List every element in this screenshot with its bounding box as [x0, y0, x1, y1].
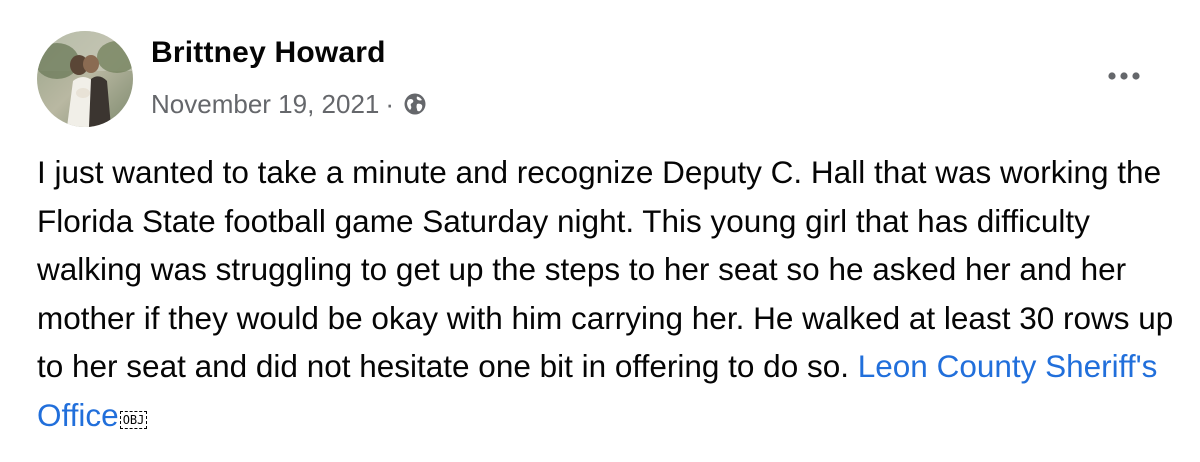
author-avatar[interactable]	[37, 31, 133, 127]
post-card: Brittney Howard November 19, 2021 · I ju…	[0, 0, 1200, 462]
author-name[interactable]: Brittney Howard	[151, 36, 386, 70]
post-body: I just wanted to take a minute and recog…	[37, 148, 1187, 440]
post-meta: November 19, 2021 ·	[151, 86, 428, 122]
meta-separator: ·	[385, 88, 395, 119]
object-replacement-glyph: OBJ	[119, 410, 148, 429]
post-timestamp[interactable]: November 19, 2021	[151, 89, 379, 120]
more-options-icon	[1108, 72, 1140, 80]
globe-icon[interactable]	[402, 91, 428, 117]
more-options-button[interactable]	[1096, 56, 1152, 96]
